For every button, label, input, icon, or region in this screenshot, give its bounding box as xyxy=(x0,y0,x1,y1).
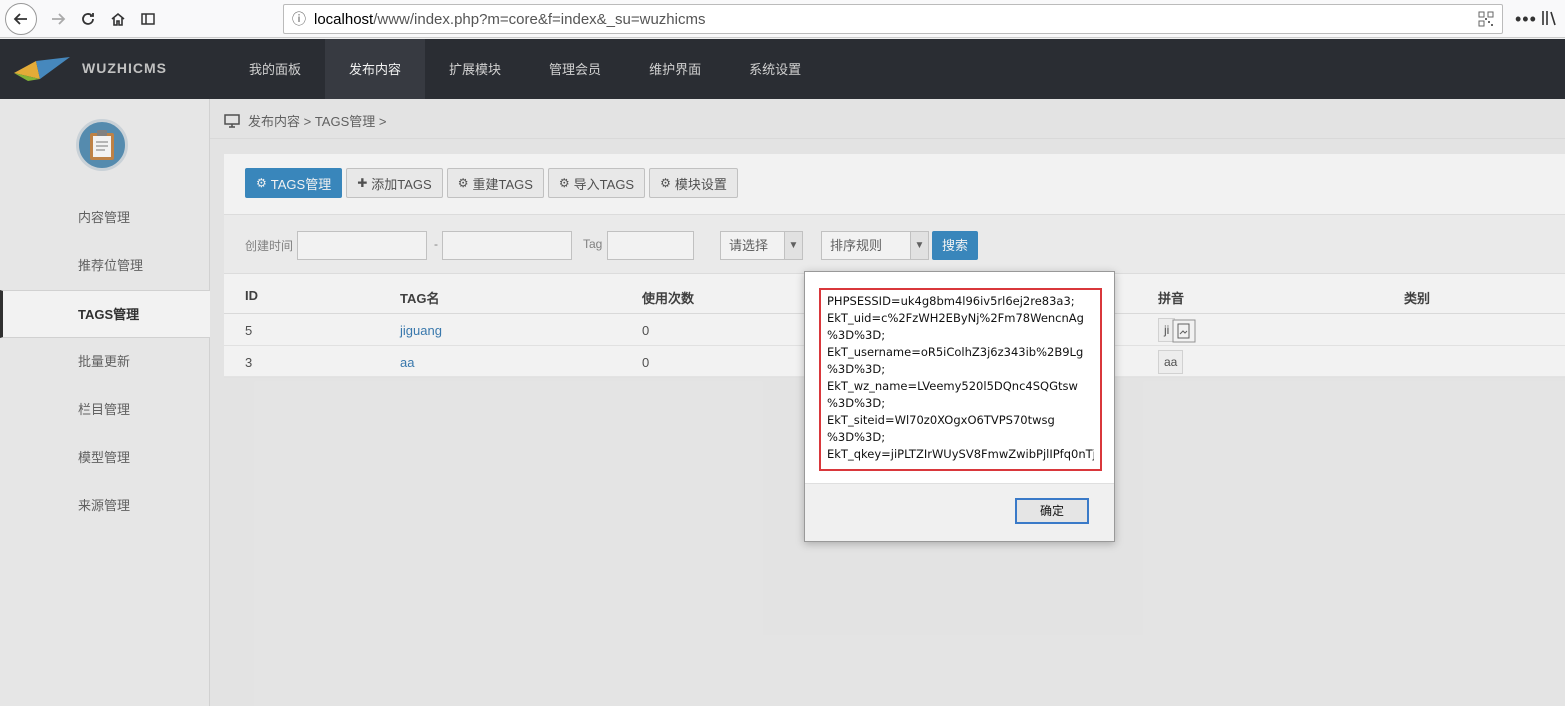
alert-line: %3D%3D; xyxy=(827,328,886,342)
alert-line: %3D%3D; xyxy=(827,362,886,376)
reload-button[interactable] xyxy=(73,4,103,34)
alert-line: %3D%3D; xyxy=(827,396,886,410)
home-icon xyxy=(111,12,125,26)
arrow-right-icon xyxy=(52,12,66,25)
sidebar-panel-icon xyxy=(141,12,155,25)
url-text: localhost/www/index.php?m=core&f=index&_… xyxy=(314,10,706,28)
alert-dialog-footer: 确定 xyxy=(805,483,1114,541)
alert-line: EkT_wz_name=LVeemy520l5DQnc4SQGtsw xyxy=(827,379,1078,393)
home-button[interactable] xyxy=(103,4,133,34)
alert-line: PHPSESSID=uk4g8bm4l96iv5rl6ej2re83a3; xyxy=(827,294,1075,308)
library-icon[interactable] xyxy=(1538,6,1562,30)
alert-line: EkT_username=oR5iColhZ3j6z343ib%2B9Lg xyxy=(827,345,1084,359)
alert-dialog: PHPSESSID=uk4g8bm4l96iv5rl6ej2re83a3; EkT… xyxy=(804,271,1115,542)
ok-button[interactable]: 确定 xyxy=(1015,498,1089,524)
reader-view-button[interactable] xyxy=(133,4,163,34)
alert-line: EkT_qkey=jiPLTZIrWUySV8FmwZwibPjlIPfq0nT… xyxy=(827,447,1094,461)
more-options-icon[interactable]: ••• xyxy=(1515,9,1537,30)
arrow-left-icon xyxy=(13,12,27,25)
browser-toolbar: ⓘ localhost/www/index.php?m=core&f=index… xyxy=(0,0,1565,38)
alert-line: %3D%3D; xyxy=(827,430,886,444)
alert-line: EkT_uid=c%2FzWH2EByNj%2Fm78WencnAg xyxy=(827,311,1084,325)
qr-code-icon[interactable] xyxy=(1478,11,1494,27)
alert-dialog-body: PHPSESSID=uk4g8bm4l96iv5rl6ej2re83a3; EkT… xyxy=(805,272,1114,482)
info-icon[interactable]: ⓘ xyxy=(284,9,314,29)
alert-message: PHPSESSID=uk4g8bm4l96iv5rl6ej2re83a3; EkT… xyxy=(819,288,1102,471)
forward-button[interactable] xyxy=(43,4,73,34)
back-button[interactable] xyxy=(5,2,37,35)
alert-line: EkT_siteid=Wl70z0XOgxO6TVPS70twsg xyxy=(827,413,1055,427)
modal-overlay xyxy=(0,39,1565,706)
reload-icon xyxy=(82,12,94,25)
address-bar[interactable]: ⓘ localhost/www/index.php?m=core&f=index… xyxy=(283,4,1503,34)
